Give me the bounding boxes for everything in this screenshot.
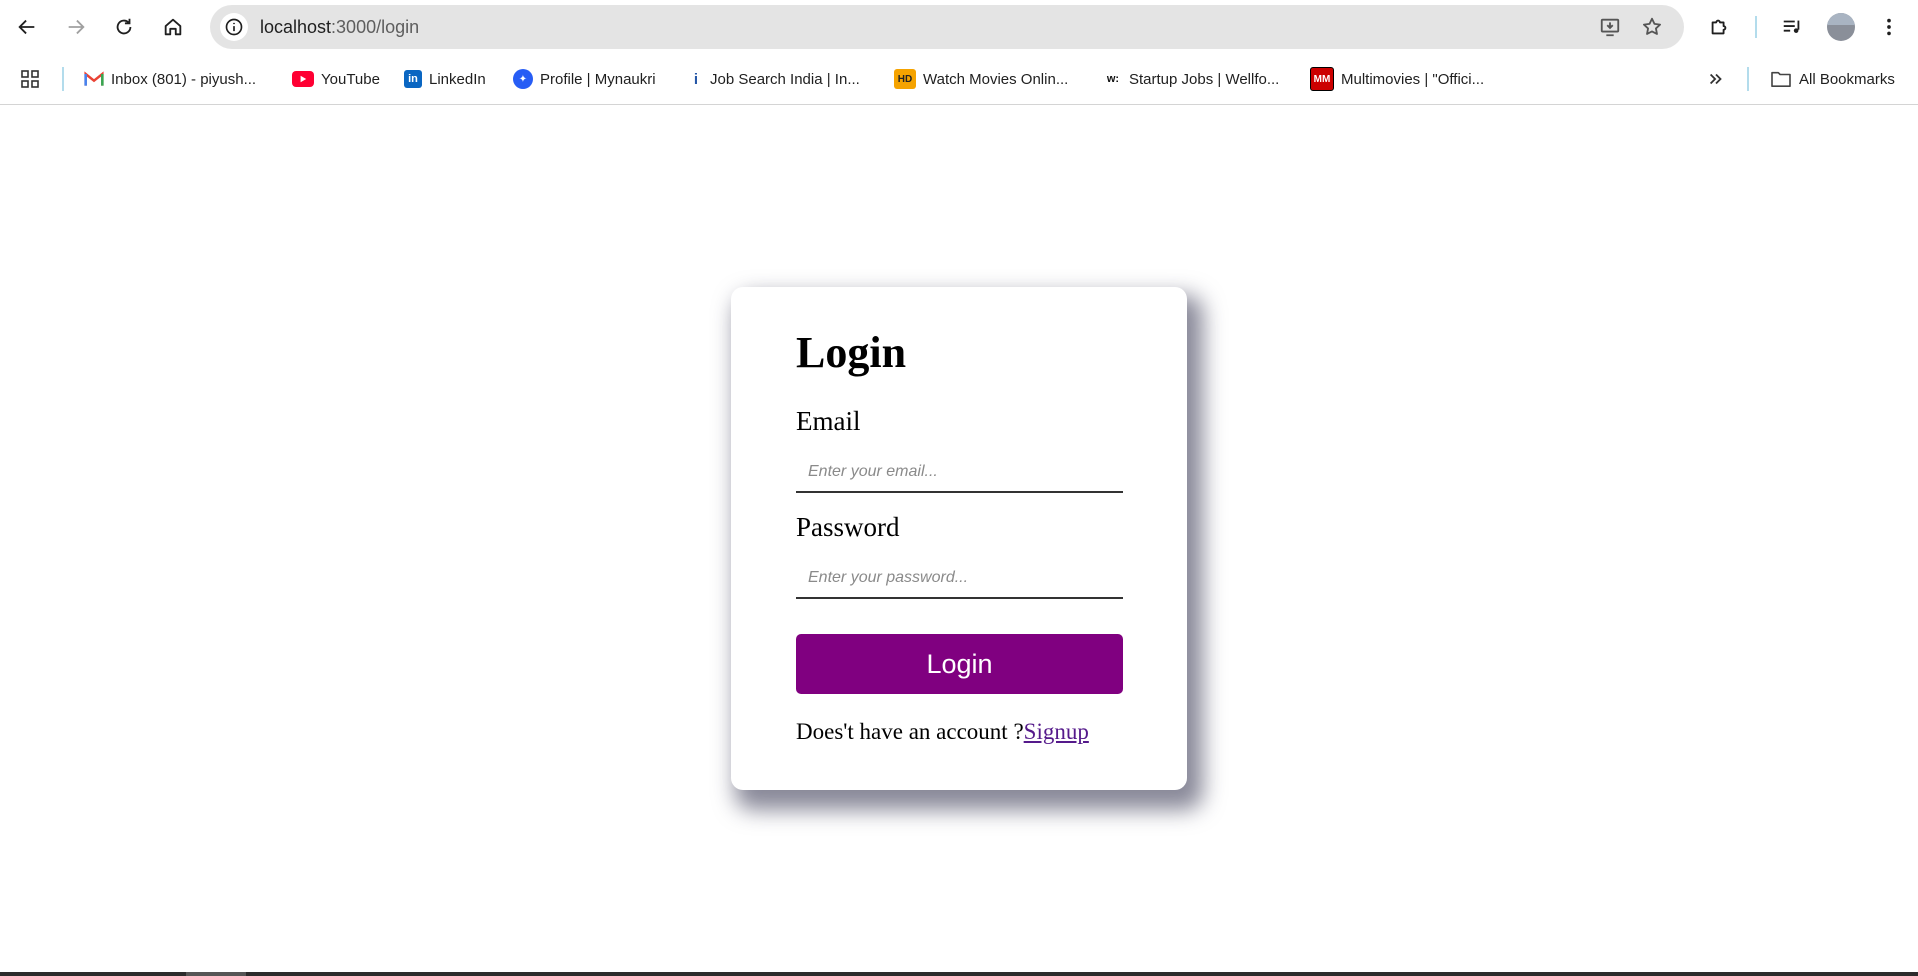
bookmark-watch-movies[interactable]: HD Watch Movies Onlin...: [894, 67, 1068, 91]
site-info-icon[interactable]: [220, 13, 248, 41]
naukri-icon: ✦: [513, 69, 533, 89]
wellfound-icon: w:: [1106, 73, 1120, 85]
bookmark-indeed[interactable]: i Job Search India | In...: [689, 67, 860, 91]
bookmark-linkedin[interactable]: in LinkedIn: [404, 67, 486, 91]
kebab-menu-icon: [1887, 18, 1891, 36]
bookmark-label: Profile | Mynaukri: [540, 70, 656, 88]
bookmark-label: LinkedIn: [429, 70, 486, 88]
linkedin-icon: in: [404, 70, 422, 88]
arrow-right-icon: [68, 19, 85, 35]
menu-button[interactable]: [1871, 9, 1907, 45]
bookmarks-separator: [1747, 67, 1749, 91]
gmail-icon: [84, 71, 104, 86]
media-control-button[interactable]: [1774, 9, 1810, 45]
bookmark-label: Multimovies | "Offici...: [1341, 70, 1485, 88]
bookmark-label: Watch Movies Onlin...: [923, 70, 1069, 88]
all-bookmarks-label: All Bookmarks: [1799, 70, 1895, 88]
bookmark-star-icon[interactable]: [1639, 14, 1665, 40]
bookmarks-bar: Inbox (801) - piyush... YouTube in Linke…: [0, 54, 1918, 105]
extensions-button[interactable]: [1701, 9, 1737, 45]
hd-icon: HD: [894, 69, 916, 89]
email-label: Email: [796, 406, 861, 436]
apps-grid-icon: [21, 70, 39, 88]
arrow-left-icon: [18, 19, 35, 35]
apps-button[interactable]: [20, 67, 40, 91]
signup-prompt-text: Does't have an account ?: [796, 719, 1024, 744]
address-bar[interactable]: localhost:3000/login: [210, 5, 1684, 49]
youtube-icon: [292, 71, 314, 87]
page-title: Login: [796, 328, 907, 377]
profile-avatar[interactable]: [1827, 13, 1855, 41]
password-label: Password: [796, 512, 900, 542]
puzzle-icon: [1711, 19, 1727, 35]
bookmark-naukri[interactable]: ✦ Profile | Mynaukri: [513, 67, 656, 91]
more-bookmarks-button[interactable]: [1707, 67, 1725, 91]
indeed-icon: i: [693, 70, 699, 88]
forward-button[interactable]: [58, 9, 94, 45]
login-card: Login Email Password Login Does't have a…: [731, 287, 1187, 790]
all-bookmarks-button[interactable]: All Bookmarks: [1770, 67, 1895, 91]
back-button[interactable]: [9, 9, 45, 45]
home-button[interactable]: [155, 9, 191, 45]
chevron-double-right-icon: [1709, 73, 1722, 85]
browser-toolbar: localhost:3000/login: [0, 0, 1918, 54]
home-icon: [164, 18, 182, 36]
folder-icon: [1771, 71, 1791, 88]
bookmark-multimovies[interactable]: MM Multimovies | "Offici...: [1310, 67, 1484, 91]
signup-prompt: Does't have an account ?Signup: [796, 719, 1089, 745]
install-app-icon[interactable]: [1597, 14, 1623, 40]
bookmark-label: Inbox (801) - piyush...: [111, 70, 257, 88]
bookmarks-separator: [62, 67, 64, 91]
signup-link[interactable]: Signup: [1024, 719, 1089, 744]
bookmark-wellfound[interactable]: w: Startup Jobs | Wellfo...: [1104, 67, 1279, 91]
reload-icon: [116, 18, 132, 35]
bookmark-label: Startup Jobs | Wellfo...: [1129, 70, 1280, 88]
taskbar-strip: [0, 972, 1918, 976]
bookmark-youtube[interactable]: YouTube: [292, 67, 380, 91]
multimovies-icon: MM: [1310, 67, 1334, 91]
reload-button[interactable]: [106, 9, 142, 45]
queue-music-icon: [1783, 20, 1800, 33]
url-path: :3000/login: [331, 17, 420, 37]
url-text[interactable]: localhost:3000/login: [260, 17, 419, 38]
login-button[interactable]: Login: [796, 634, 1123, 694]
toolbar-separator: [1755, 16, 1757, 38]
url-host: localhost: [260, 17, 332, 37]
bookmark-gmail[interactable]: Inbox (801) - piyush...: [84, 67, 256, 91]
bookmark-label: Job Search India | In...: [710, 70, 860, 88]
bookmark-label: YouTube: [321, 70, 380, 88]
email-field[interactable]: [796, 453, 1123, 493]
password-field[interactable]: [796, 559, 1123, 599]
